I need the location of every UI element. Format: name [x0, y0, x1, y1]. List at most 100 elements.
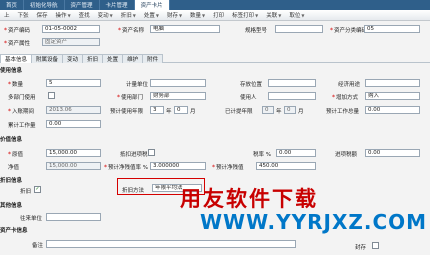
tab-asset-management[interactable]: 资产管理: [65, 0, 100, 10]
change-menu-button[interactable]: 变动 ▼: [94, 10, 117, 21]
depr-flag-label: 折旧: [20, 189, 32, 195]
category-field[interactable]: 05: [364, 25, 420, 33]
orig-value-field[interactable]: 15,000.00: [46, 149, 101, 157]
tab-home[interactable]: 首页: [0, 0, 25, 10]
purpose-field[interactable]: [365, 79, 420, 87]
dept-field[interactable]: 财务部: [150, 92, 206, 100]
subtab-basic-info[interactable]: 基本信息: [0, 54, 33, 63]
tax-deduct-label: 抵扣进项税: [120, 152, 148, 158]
workload-field[interactable]: 0.00: [365, 106, 420, 114]
link-menu-button[interactable]: 关联 ▼: [262, 10, 285, 21]
usage-section-title: 使用信息: [0, 68, 23, 74]
dept-label: *使用部门: [117, 94, 144, 101]
used-months-unit: 月: [298, 109, 304, 115]
subtab-disposal[interactable]: 处置: [102, 54, 124, 63]
chevron-down-icon: ▼: [109, 12, 113, 18]
life-months-field[interactable]: 0: [174, 106, 188, 114]
unit-field[interactable]: [150, 79, 206, 87]
tab-card-management[interactable]: 卡片管理: [100, 0, 135, 10]
spec-label: 规格型号: [245, 28, 268, 34]
workload-label: 预计工作总量: [326, 109, 360, 115]
tax-deduct-checkbox[interactable]: [148, 149, 155, 156]
multi-dept-label: 多部门使用: [8, 95, 36, 101]
subtab-attachments[interactable]: 附件: [142, 54, 164, 63]
card-section-title: 资产卡信息: [0, 228, 28, 234]
salvage-field[interactable]: 450.00: [256, 162, 316, 170]
purpose-label: 经济用途: [338, 82, 361, 88]
add-method-label: *增加方式: [332, 94, 359, 101]
add-method-field[interactable]: 购入: [365, 92, 420, 100]
quantity-field[interactable]: 5: [46, 79, 101, 87]
chevron-down-icon: ▼: [255, 12, 259, 18]
life-years-field[interactable]: 3: [150, 106, 164, 114]
asset-attr-field[interactable]: 固定资产: [42, 38, 100, 46]
chevron-down-icon: ▼: [301, 12, 305, 18]
net-value-field: 15,000.00: [46, 162, 101, 170]
subtab-changes[interactable]: 变动: [62, 54, 84, 63]
acc-workload-field[interactable]: 0.00: [46, 120, 101, 128]
subtab-maintenance[interactable]: 维护: [122, 54, 144, 63]
depr-checkbox[interactable]: ✓: [34, 186, 41, 193]
input-tax-field[interactable]: 0.00: [365, 149, 420, 157]
label-print-menu-button[interactable]: 标签打印 ▼: [228, 10, 262, 21]
asset-attr-label: *资产属性: [4, 40, 31, 47]
chevron-down-icon: ▼: [155, 12, 159, 18]
chevron-down-icon: ▼: [132, 12, 136, 18]
asset-code-label: *资产编码: [4, 27, 31, 34]
print-button[interactable]: 打印: [209, 10, 228, 21]
next-button[interactable]: 下张: [14, 10, 33, 21]
quantity-menu-button[interactable]: 数量 ▼: [186, 10, 209, 21]
archived-checkbox[interactable]: [372, 242, 379, 249]
multi-dept-checkbox[interactable]: [48, 92, 55, 99]
salvage-rate-label: *预计净残值率 %: [104, 164, 148, 171]
net-value-label: 净值: [8, 165, 20, 171]
user-label: 使用人: [240, 95, 257, 101]
position-menu-button[interactable]: 取位 ▼: [285, 10, 308, 21]
window-tab-bar: 首页 初始化导航 资产管理 卡片管理 资产卡片: [0, 0, 430, 10]
depr-section-title: 折旧信息: [0, 178, 23, 184]
chevron-down-icon: ▼: [178, 12, 183, 18]
period-label: *入账期间: [8, 108, 35, 115]
remark-field[interactable]: [46, 240, 296, 248]
tax-rate-field[interactable]: 0.00: [276, 149, 316, 157]
chevron-down-icon: ▼: [278, 12, 282, 18]
remark-label: 备注: [32, 243, 44, 249]
tab-asset-card[interactable]: 资产卡片: [134, 0, 170, 10]
operate-menu-button[interactable]: 操作 ▼: [52, 10, 75, 21]
depreciation-menu-button[interactable]: 折旧 ▼: [117, 10, 140, 21]
life-months-unit: 月: [190, 109, 196, 115]
quantity-label: *数量: [8, 81, 24, 88]
user-field[interactable]: [268, 92, 316, 100]
other-section-title: 其他信息: [0, 203, 23, 209]
watermark-url: WWW.YYRJXZ.COM: [200, 210, 428, 234]
asset-name-field[interactable]: 电脑: [150, 25, 220, 33]
salvage-label: *预计净残值: [212, 164, 244, 171]
card-subtabs: 基本信息 附属设备 变动 折旧 处置 维护 附件: [0, 54, 430, 63]
used-years-field: 0: [262, 106, 274, 114]
supplier-field[interactable]: [46, 213, 101, 221]
unit-label: 计量单位: [126, 82, 149, 88]
used-months-field: 0: [284, 106, 296, 114]
spec-field[interactable]: [275, 25, 323, 33]
salvage-rate-field[interactable]: 3.000000: [150, 162, 206, 170]
watermark-cn: 用友软件下载: [180, 187, 318, 211]
save-button[interactable]: 保存: [33, 10, 52, 21]
toolbar: 上 下张 保存 操作 ▼ 查找 变动 ▼ 折旧 ▼ 处置 ▼ 财存 ▼ 数量 ▼ 打印 标签…: [0, 10, 430, 21]
tab-init-guide[interactable]: 初始化导航: [24, 0, 65, 10]
subtab-accessories[interactable]: 附属设备: [31, 54, 64, 63]
asset-code-field[interactable]: 01-05-0002: [42, 25, 100, 33]
value-section-title: 价值信息: [0, 137, 23, 143]
location-field[interactable]: [268, 79, 316, 87]
period-field[interactable]: 2013.06: [46, 106, 101, 114]
subtab-depreciation[interactable]: 折旧: [82, 54, 104, 63]
input-tax-label: 进项税额: [335, 152, 358, 158]
disposal-menu-button[interactable]: 处置 ▼: [140, 10, 163, 21]
prev-button[interactable]: 上: [0, 10, 14, 21]
location-label: 存放位置: [240, 82, 263, 88]
archived-label: 封存: [355, 245, 367, 251]
storage-menu-button[interactable]: 财存 ▼: [163, 10, 186, 21]
life-years-unit: 年: [166, 109, 172, 115]
find-button[interactable]: 查找: [75, 10, 94, 21]
chevron-down-icon: ▼: [202, 12, 206, 18]
supplier-label: 往来单位: [20, 216, 43, 222]
